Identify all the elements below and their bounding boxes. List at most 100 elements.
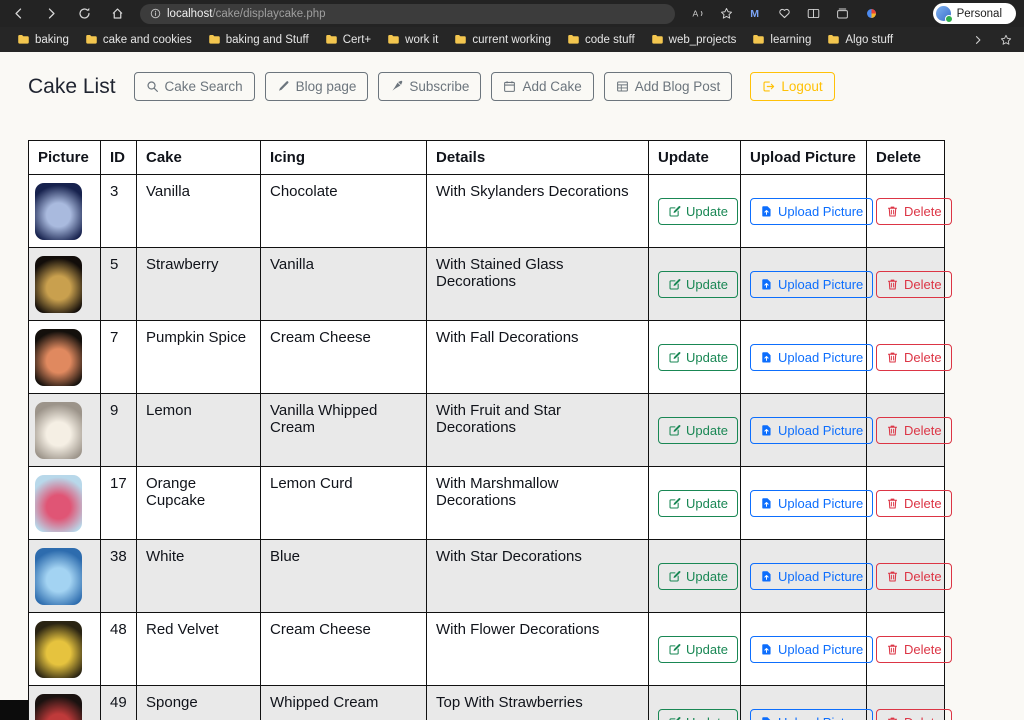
delete-cell: Delete xyxy=(867,175,945,248)
update-button[interactable]: Update xyxy=(658,636,738,663)
delete-button[interactable]: Delete xyxy=(876,417,952,444)
cake-name: Pumpkin Spice xyxy=(137,321,261,394)
delete-button[interactable]: Delete xyxy=(876,563,952,590)
upload-picture-button[interactable]: Upload Picture xyxy=(750,344,873,371)
button-label: Subscribe xyxy=(409,79,469,94)
cake-icing: Vanilla xyxy=(261,248,427,321)
upload-picture-button[interactable]: Upload Picture xyxy=(750,417,873,444)
bookmark-cert[interactable]: Cert+ xyxy=(318,31,378,48)
cake-name: White xyxy=(137,540,261,613)
delete-cell: Delete xyxy=(867,394,945,467)
update-button[interactable]: Update xyxy=(658,271,738,298)
page-content: Cake List Cake SearchBlog pageSubscribeA… xyxy=(0,72,1024,720)
add-cake-button[interactable]: Add Cake xyxy=(491,72,593,101)
delete-button[interactable]: Delete xyxy=(876,636,952,663)
upload-icon xyxy=(760,424,773,437)
update-cell: Update xyxy=(649,467,741,540)
delete-button[interactable]: Delete xyxy=(876,344,952,371)
upload-icon xyxy=(760,351,773,364)
bookmark-work-it[interactable]: work it xyxy=(380,31,445,48)
read-aloud-icon[interactable]: A xyxy=(689,6,705,22)
browser-essentials-icon[interactable] xyxy=(776,6,792,22)
cake-photo xyxy=(35,256,82,313)
delete-button[interactable]: Delete xyxy=(876,271,952,298)
bookmark-label: current working xyxy=(472,34,551,46)
upload-picture-button[interactable]: Upload Picture xyxy=(750,198,873,225)
blog-page-button[interactable]: Blog page xyxy=(265,72,369,101)
picture-cell xyxy=(29,248,101,321)
home-icon[interactable] xyxy=(109,6,125,22)
cake-photo xyxy=(35,475,82,532)
trash-icon xyxy=(886,570,899,583)
pencil-square-icon xyxy=(668,497,681,510)
bookmark-baking[interactable]: baking xyxy=(10,31,76,48)
pencil-square-icon xyxy=(668,205,681,218)
avatar xyxy=(936,6,951,21)
update-button[interactable]: Update xyxy=(658,198,738,225)
delete-button[interactable]: Delete xyxy=(876,198,952,225)
upload-button-label: Upload Picture xyxy=(778,642,863,657)
trash-icon xyxy=(886,716,899,720)
button-label: Blog page xyxy=(296,79,357,94)
bookmark-label: cake and cookies xyxy=(103,34,192,46)
update-button[interactable]: Update xyxy=(658,563,738,590)
pencil-square-icon xyxy=(668,351,681,364)
update-button[interactable]: Update xyxy=(658,417,738,444)
trash-icon xyxy=(886,643,899,656)
cake-photo xyxy=(35,694,82,720)
update-button[interactable]: Update xyxy=(658,709,738,720)
cake-icing: Cream Cheese xyxy=(261,613,427,686)
bookmark-code-stuff[interactable]: code stuff xyxy=(560,31,642,48)
cake-details: With Fruit and Star Decorations xyxy=(427,394,649,467)
upload-picture-button[interactable]: Upload Picture xyxy=(750,271,873,298)
upload-button-label: Upload Picture xyxy=(778,423,863,438)
delete-button[interactable]: Delete xyxy=(876,490,952,517)
address-bar[interactable]: localhost/cake/displaycake.php xyxy=(140,4,675,24)
site-info-icon[interactable] xyxy=(150,8,161,19)
gmail-icon[interactable]: M xyxy=(747,6,763,22)
forward-icon[interactable] xyxy=(43,6,59,22)
pencil-square-icon xyxy=(668,424,681,437)
bookmark-learning[interactable]: learning xyxy=(745,31,818,48)
subscribe-button[interactable]: Subscribe xyxy=(378,72,481,101)
search-icon xyxy=(146,80,159,93)
add-blog-post-button[interactable]: Add Blog Post xyxy=(604,72,733,101)
bookmark-web-projects[interactable]: web_projects xyxy=(644,31,744,48)
delete-button[interactable]: Delete xyxy=(876,709,952,720)
bookmark-algo-stuff[interactable]: Algo stuff xyxy=(820,31,900,48)
trash-icon xyxy=(886,424,899,437)
folder-icon xyxy=(567,33,580,46)
upload-picture-button[interactable]: Upload Picture xyxy=(750,709,873,720)
cake-details: Top With Strawberries xyxy=(427,686,649,720)
back-icon[interactable] xyxy=(10,6,26,22)
svg-text:M: M xyxy=(750,8,759,20)
bookmarks-list: baking cake and cookies baking and StuffCe… xyxy=(10,31,900,48)
delete-button-label: Delete xyxy=(904,715,942,720)
extensions-icon[interactable] xyxy=(863,6,879,22)
column-header-icing: Icing xyxy=(261,141,427,175)
upload-picture-button[interactable]: Upload Picture xyxy=(750,563,873,590)
bookmarks-overflow-chevron[interactable] xyxy=(970,32,986,48)
bookmark-label: work it xyxy=(405,34,438,46)
other-favorites-icon[interactable] xyxy=(998,32,1014,48)
update-cell: Update xyxy=(649,248,741,321)
upload-picture-button[interactable]: Upload Picture xyxy=(750,636,873,663)
update-button[interactable]: Update xyxy=(658,344,738,371)
bookmark-cake-and-cookies[interactable]: cake and cookies xyxy=(78,31,199,48)
favorites-star-icon[interactable] xyxy=(718,6,734,22)
bookmark-baking-and-stuff[interactable]: baking and Stuff xyxy=(201,31,316,48)
update-button[interactable]: Update xyxy=(658,490,738,517)
cake-name: Vanilla xyxy=(137,175,261,248)
cake-photo xyxy=(35,329,82,386)
upload-cell: Upload Picture xyxy=(741,613,867,686)
profile-button[interactable]: Personal xyxy=(933,3,1016,24)
split-screen-icon[interactable] xyxy=(805,6,821,22)
cake-name: Orange Cupcake xyxy=(137,467,261,540)
cake-search-button[interactable]: Cake Search xyxy=(134,72,255,101)
logout-button[interactable]: Logout xyxy=(750,72,834,101)
upload-picture-button[interactable]: Upload Picture xyxy=(750,490,873,517)
bookmark-current-working[interactable]: current working xyxy=(447,31,558,48)
profile-label: Personal xyxy=(957,8,1002,20)
collections-icon[interactable] xyxy=(834,6,850,22)
refresh-icon[interactable] xyxy=(76,6,92,22)
